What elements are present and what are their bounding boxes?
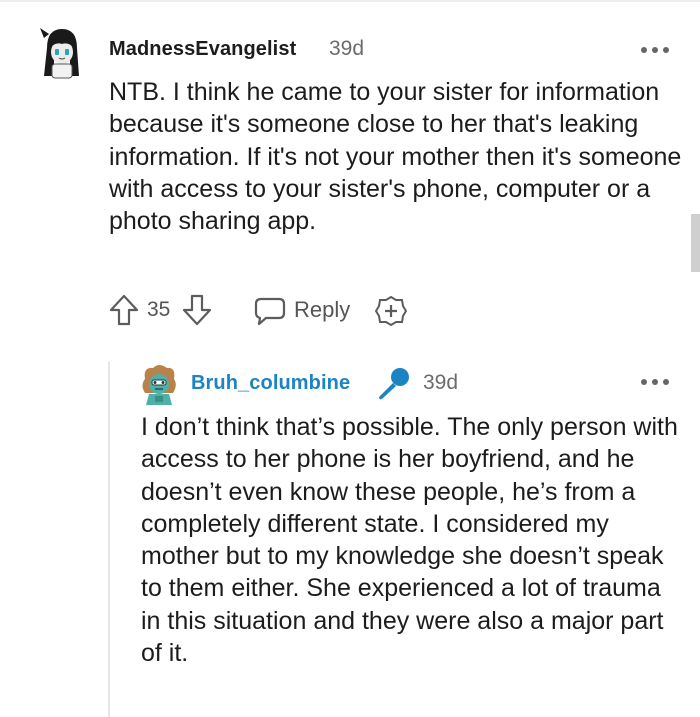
reply-timestamp: 39d bbox=[423, 371, 459, 394]
avatar-madnessevangelist[interactable] bbox=[38, 26, 84, 80]
scrollbar-thumb[interactable] bbox=[691, 214, 700, 272]
upvote-arrow-icon[interactable] bbox=[109, 294, 139, 326]
comment-username[interactable]: MadnessEvangelist bbox=[109, 38, 296, 61]
microphone-icon bbox=[374, 366, 412, 400]
reply-username[interactable]: Bruh_columbine bbox=[191, 372, 350, 395]
vote-score: 35 bbox=[147, 298, 171, 321]
avatar-bruh-columbine[interactable] bbox=[139, 363, 179, 405]
downvote-arrow-icon[interactable] bbox=[182, 294, 212, 326]
reply-label: Reply bbox=[294, 297, 351, 322]
speech-bubble-icon bbox=[254, 296, 286, 326]
top-divider bbox=[0, 0, 700, 2]
more-options-icon[interactable] bbox=[639, 375, 671, 389]
reply-body: I don’t think that’s possible. The only … bbox=[141, 413, 678, 668]
thread-line[interactable] bbox=[108, 362, 110, 717]
comment-body: NTB. I think he came to your sister for … bbox=[109, 78, 682, 236]
comment-timestamp: 39d bbox=[329, 37, 365, 60]
reply-button[interactable]: Reply bbox=[254, 291, 359, 331]
more-options-icon[interactable] bbox=[639, 43, 671, 57]
award-plus-icon[interactable] bbox=[374, 295, 408, 327]
